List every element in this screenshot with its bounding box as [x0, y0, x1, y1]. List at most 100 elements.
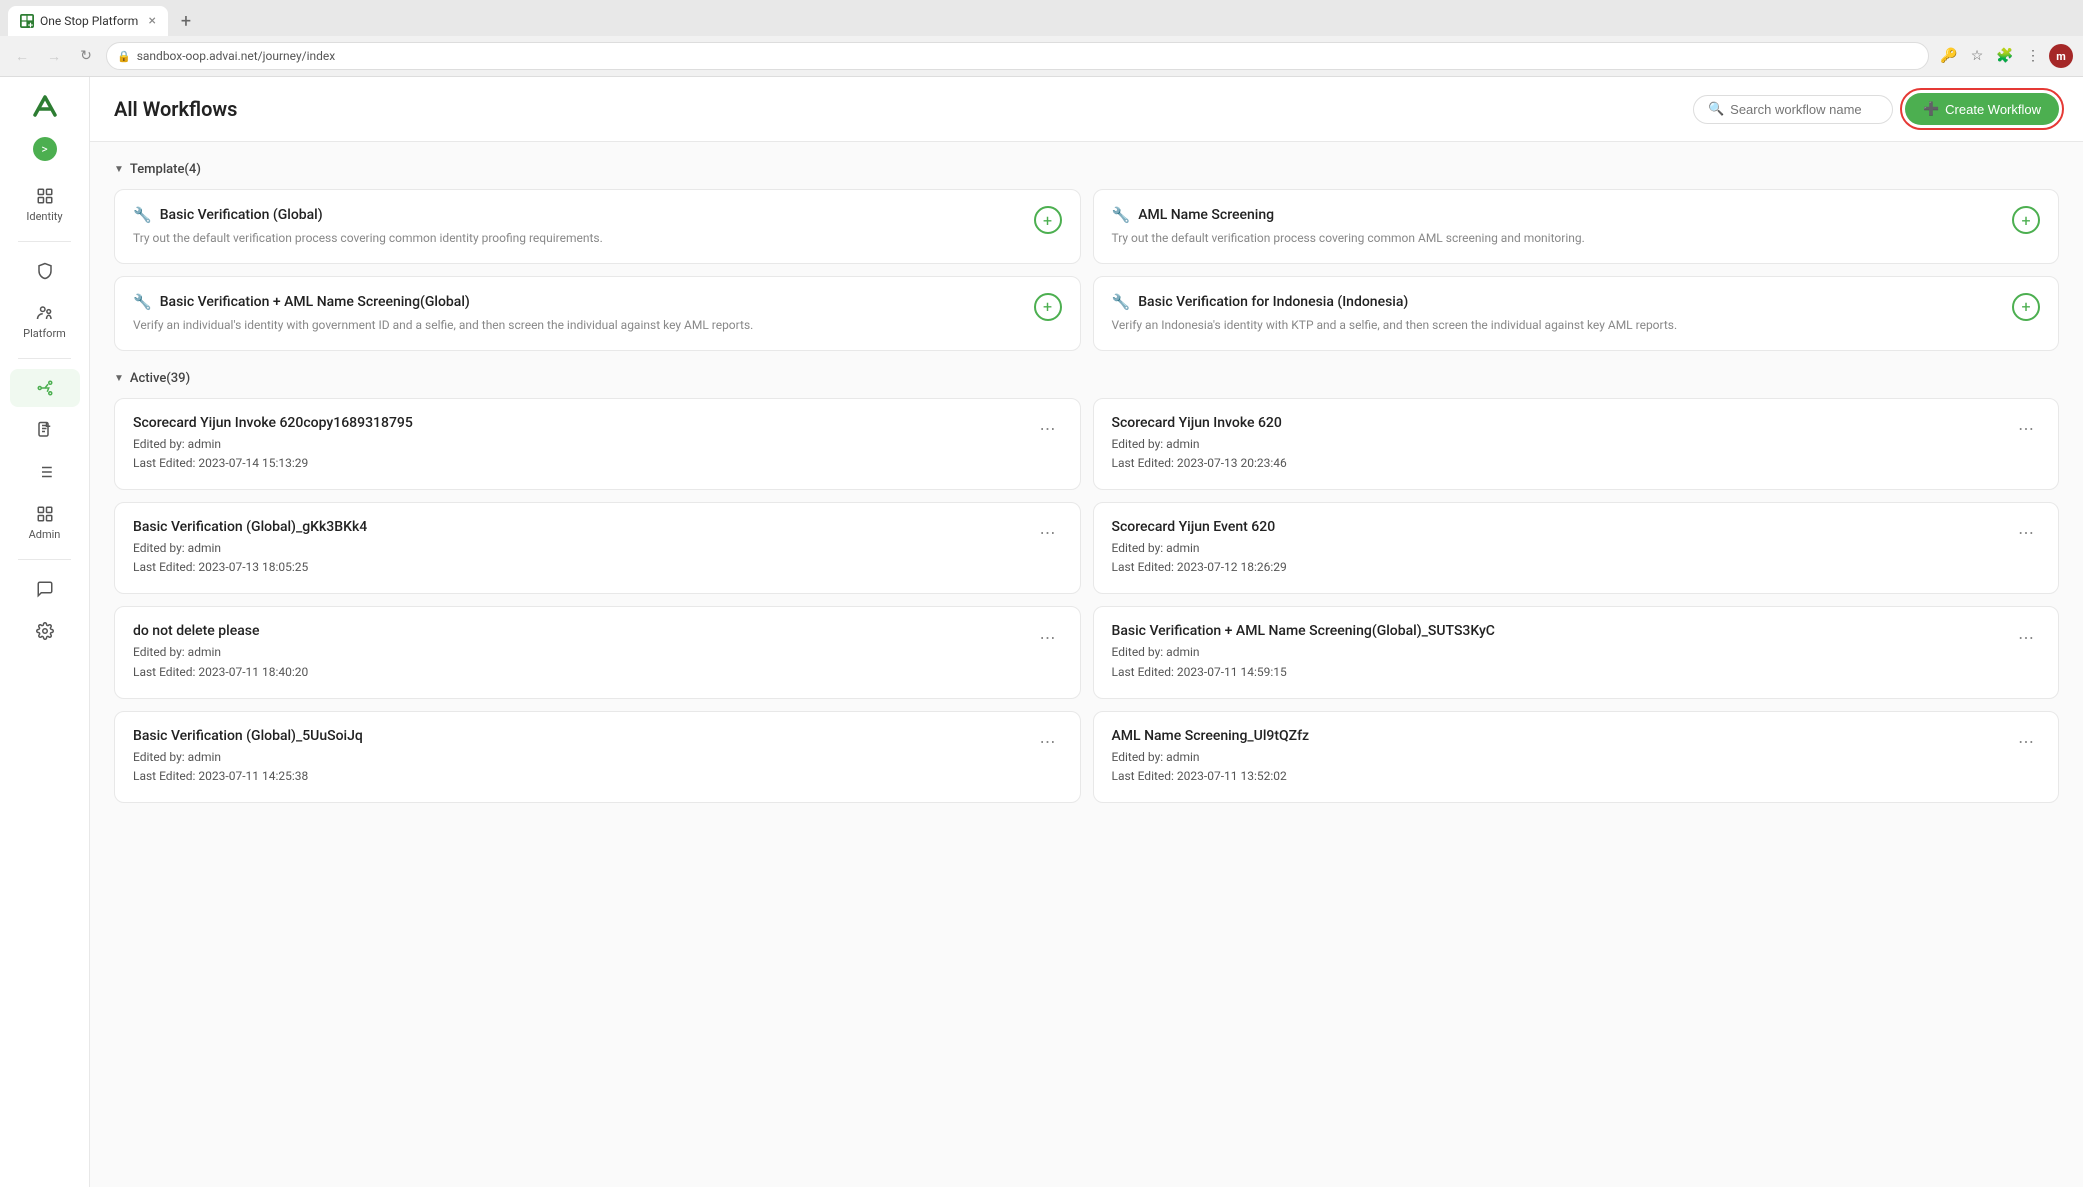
- active-card-1: Scorecard Yijun Invoke 620 Edited by: ad…: [1093, 398, 2060, 490]
- active-card-4-more-button[interactable]: ⋯: [1034, 623, 1062, 651]
- active-cards-grid: Scorecard Yijun Invoke 620copy1689318795…: [114, 398, 2059, 804]
- active-card-6-body: Basic Verification (Global)_5UuSoiJq Edi…: [133, 728, 1022, 786]
- doc-icon: [34, 419, 56, 441]
- chat-icon: [34, 578, 56, 600]
- template-card-2-add-button[interactable]: +: [1034, 293, 1062, 321]
- template-card-2-title: Basic Verification + AML Name Screening(…: [160, 294, 470, 310]
- active-card-6-meta: Edited by: admin Last Edited: 2023-07-11…: [133, 748, 1022, 786]
- edited-by-label-3: Edited by:: [1112, 541, 1167, 555]
- back-button[interactable]: ←: [10, 44, 34, 68]
- shield-icon: [34, 260, 56, 282]
- password-manager-icon[interactable]: 🔑: [1937, 44, 1961, 68]
- search-box[interactable]: 🔍: [1693, 95, 1893, 124]
- active-card-7-more-button[interactable]: ⋯: [2012, 728, 2040, 756]
- grid-icon: [34, 185, 56, 207]
- active-card-0-more-button[interactable]: ⋯: [1034, 415, 1062, 443]
- sidebar-item-platform[interactable]: Platform: [10, 294, 80, 348]
- sidebar-item-chat[interactable]: [10, 570, 80, 608]
- template-card-3-add-button[interactable]: +: [2012, 293, 2040, 321]
- template-card-3: 🔧 Basic Verification for Indonesia (Indo…: [1093, 276, 2060, 351]
- sidebar-item-list[interactable]: [10, 453, 80, 491]
- sidebar-logo: [27, 89, 63, 125]
- template-card-2-body: 🔧 Basic Verification + AML Name Screenin…: [133, 293, 1022, 334]
- sidebar-item-admin-label: Admin: [29, 528, 61, 541]
- active-card-2-more-button[interactable]: ⋯: [1034, 519, 1062, 547]
- template-card-1: 🔧 AML Name Screening Try out the default…: [1093, 189, 2060, 264]
- reload-button[interactable]: ↻: [74, 44, 98, 68]
- profile-avatar[interactable]: m: [2049, 44, 2073, 68]
- active-card-5: Basic Verification + AML Name Screening(…: [1093, 606, 2060, 698]
- address-bar[interactable]: 🔒 sandbox-oop.advai.net/journey/index: [106, 42, 1929, 70]
- sidebar-item-workflow[interactable]: [10, 369, 80, 407]
- template-card-0-title: Basic Verification (Global): [160, 207, 323, 223]
- active-card-0-name: Scorecard Yijun Invoke 620copy1689318795: [133, 415, 1022, 431]
- edited-by-label-5: Edited by:: [1112, 645, 1167, 659]
- sidebar-section-main: Admin: [0, 369, 89, 549]
- active-card-1-editor: admin: [1166, 437, 1199, 451]
- people-icon: [34, 302, 56, 324]
- search-input[interactable]: [1730, 102, 1878, 117]
- sidebar-item-identity-label: Identity: [26, 210, 62, 223]
- main-content: All Workflows 🔍 ➕ Create Workflow ▼ Temp…: [90, 77, 2083, 1187]
- sidebar-item-apps[interactable]: Admin: [10, 495, 80, 549]
- browser-tab-active[interactable]: One Stop Platform ×: [8, 6, 168, 36]
- sidebar-section-platform: Platform: [0, 252, 89, 348]
- templates-section-label: Template(4): [130, 162, 201, 177]
- last-edited-label-2: Last Edited:: [133, 560, 198, 574]
- active-card-3-body: Scorecard Yijun Event 620 Edited by: adm…: [1112, 519, 2001, 577]
- browser-chrome: One Stop Platform × + ← → ↻ 🔒 sandbox-oo…: [0, 0, 2083, 77]
- template-card-1-add-button[interactable]: +: [2012, 206, 2040, 234]
- edited-by-label-2: Edited by:: [133, 541, 188, 555]
- gear-icon: [34, 620, 56, 642]
- active-card-2: Basic Verification (Global)_gKk3BKk4 Edi…: [114, 502, 1081, 594]
- templates-cards-grid: 🔧 Basic Verification (Global) Try out th…: [114, 189, 2059, 351]
- sidebar-toggle[interactable]: >: [33, 137, 57, 161]
- active-card-6-date: 2023-07-11 14:25:38: [198, 769, 308, 783]
- search-icon: 🔍: [1708, 102, 1724, 117]
- active-card-4-editor: admin: [188, 645, 221, 659]
- sidebar-item-shield[interactable]: [10, 252, 80, 290]
- active-card-6-more-button[interactable]: ⋯: [1034, 728, 1062, 756]
- content-area: ▼ Template(4) 🔧 Basic Verification (Glob…: [90, 142, 2083, 1187]
- active-card-1-more-button[interactable]: ⋯: [2012, 415, 2040, 443]
- sidebar-item-docs[interactable]: [10, 411, 80, 449]
- sidebar-item-settings[interactable]: [10, 612, 80, 650]
- template-card-2-title-row: 🔧 Basic Verification + AML Name Screenin…: [133, 293, 1022, 311]
- sidebar-section-identity: Identity: [0, 177, 89, 231]
- sidebar-divider-3: [18, 559, 71, 560]
- list-icon: [34, 461, 56, 483]
- create-workflow-button[interactable]: ➕ Create Workflow: [1905, 93, 2059, 125]
- forward-button[interactable]: →: [42, 44, 66, 68]
- active-card-7-body: AML Name Screening_Ul9tQZfz Edited by: a…: [1112, 728, 2001, 786]
- template-card-2: 🔧 Basic Verification + AML Name Screenin…: [114, 276, 1081, 351]
- templates-section-header[interactable]: ▼ Template(4): [114, 162, 2059, 177]
- tab-favicon: [20, 14, 34, 28]
- sidebar-item-identity[interactable]: Identity: [10, 177, 80, 231]
- active-card-1-name: Scorecard Yijun Invoke 620: [1112, 415, 2001, 431]
- new-tab-button[interactable]: +: [172, 7, 200, 35]
- browser-tabs: One Stop Platform × +: [0, 0, 2083, 36]
- browser-toolbar: ← → ↻ 🔒 sandbox-oop.advai.net/journey/in…: [0, 36, 2083, 76]
- sidebar-divider-1: [18, 241, 71, 242]
- template-card-3-title-row: 🔧 Basic Verification for Indonesia (Indo…: [1112, 293, 2001, 311]
- active-card-0-date: 2023-07-14 15:13:29: [198, 456, 308, 470]
- last-edited-label-1: Last Edited:: [1112, 456, 1177, 470]
- address-text: sandbox-oop.advai.net/journey/index: [137, 49, 336, 63]
- active-card-5-body: Basic Verification + AML Name Screening(…: [1112, 623, 2001, 681]
- extension-icon[interactable]: 🧩: [1993, 44, 2017, 68]
- templates-collapse-arrow: ▼: [114, 164, 124, 175]
- template-card-0-add-button[interactable]: +: [1034, 206, 1062, 234]
- template-card-1-icon: 🔧: [1112, 206, 1131, 224]
- template-card-3-title: Basic Verification for Indonesia (Indone…: [1138, 294, 1408, 310]
- edited-by-label-6: Edited by:: [133, 750, 188, 764]
- active-card-1-meta: Edited by: admin Last Edited: 2023-07-13…: [1112, 435, 2001, 473]
- bookmark-icon[interactable]: ☆: [1965, 44, 1989, 68]
- more-icon[interactable]: ⋮: [2021, 44, 2045, 68]
- active-collapse-arrow: ▼: [114, 373, 124, 384]
- active-card-5-more-button[interactable]: ⋯: [2012, 623, 2040, 651]
- active-card-3-more-button[interactable]: ⋯: [2012, 519, 2040, 547]
- active-card-0: Scorecard Yijun Invoke 620copy1689318795…: [114, 398, 1081, 490]
- tab-close-button[interactable]: ×: [149, 13, 156, 29]
- active-section-header[interactable]: ▼ Active(39): [114, 371, 2059, 386]
- last-edited-label-5: Last Edited:: [1112, 665, 1177, 679]
